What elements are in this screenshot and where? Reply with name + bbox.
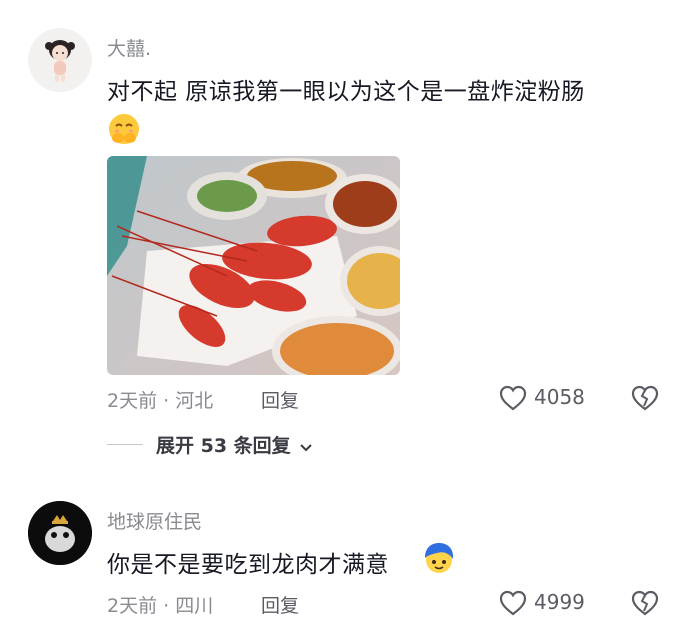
username[interactable]: 地球原住民 <box>107 507 202 534</box>
heart-icon[interactable] <box>499 385 527 411</box>
comment-meta: 2天前 · 河北 <box>107 390 214 412</box>
expand-replies-label: 展开 53 条回复 <box>156 435 291 457</box>
comment-text: 对不起 原谅我第一眼以为这个是一盘炸淀粉肠 <box>107 79 585 105</box>
avatar-penguin-icon <box>28 501 92 565</box>
comment-photo[interactable] <box>107 156 400 375</box>
expand-replies-button[interactable]: 展开 53 条回复 <box>156 431 313 458</box>
comment-text: 你是不是要吃到龙肉才满意 <box>107 552 389 578</box>
avatar[interactable] <box>28 501 92 565</box>
like-count: 4058 <box>534 385 585 409</box>
chevron-down-icon <box>299 436 313 458</box>
broken-heart-icon[interactable] <box>631 384 659 412</box>
pleading-hands-emoji <box>107 112 141 146</box>
like-count: 4999 <box>534 590 585 614</box>
reply-button[interactable]: 回复 <box>261 386 299 413</box>
avatar[interactable] <box>28 28 92 92</box>
broken-heart-icon[interactable] <box>631 589 659 617</box>
avatar-girl-icon <box>28 28 92 92</box>
blue-hair-face-emoji <box>422 541 456 575</box>
comment-meta: 2天前 · 四川 <box>107 595 214 617</box>
reply-button[interactable]: 回复 <box>261 591 299 618</box>
expand-divider <box>107 444 143 445</box>
heart-icon[interactable] <box>499 590 527 616</box>
username[interactable]: 大囍. <box>107 34 151 61</box>
